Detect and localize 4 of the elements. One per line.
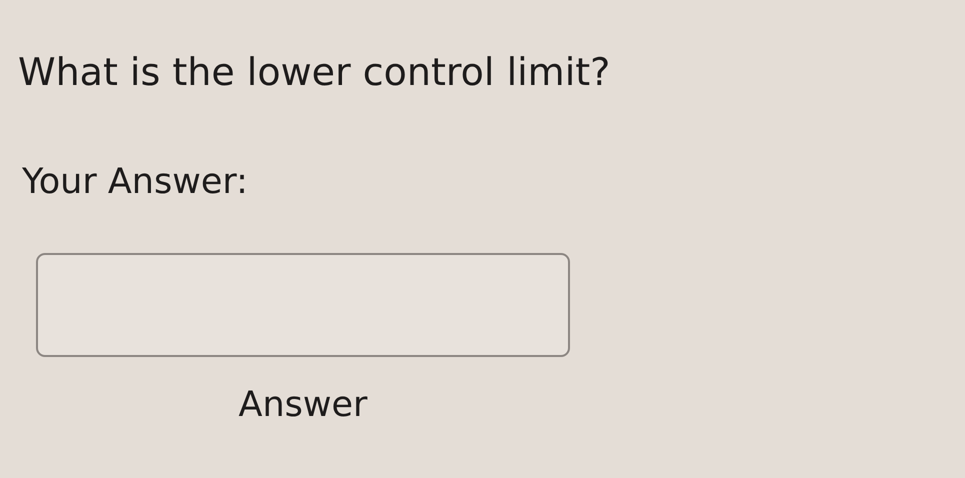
answer-label: Your Answer: (22, 161, 249, 204)
field-caption: Answer (238, 384, 368, 427)
answer-field[interactable] (36, 253, 570, 357)
question-text: What is the lower control limit? (18, 49, 612, 96)
